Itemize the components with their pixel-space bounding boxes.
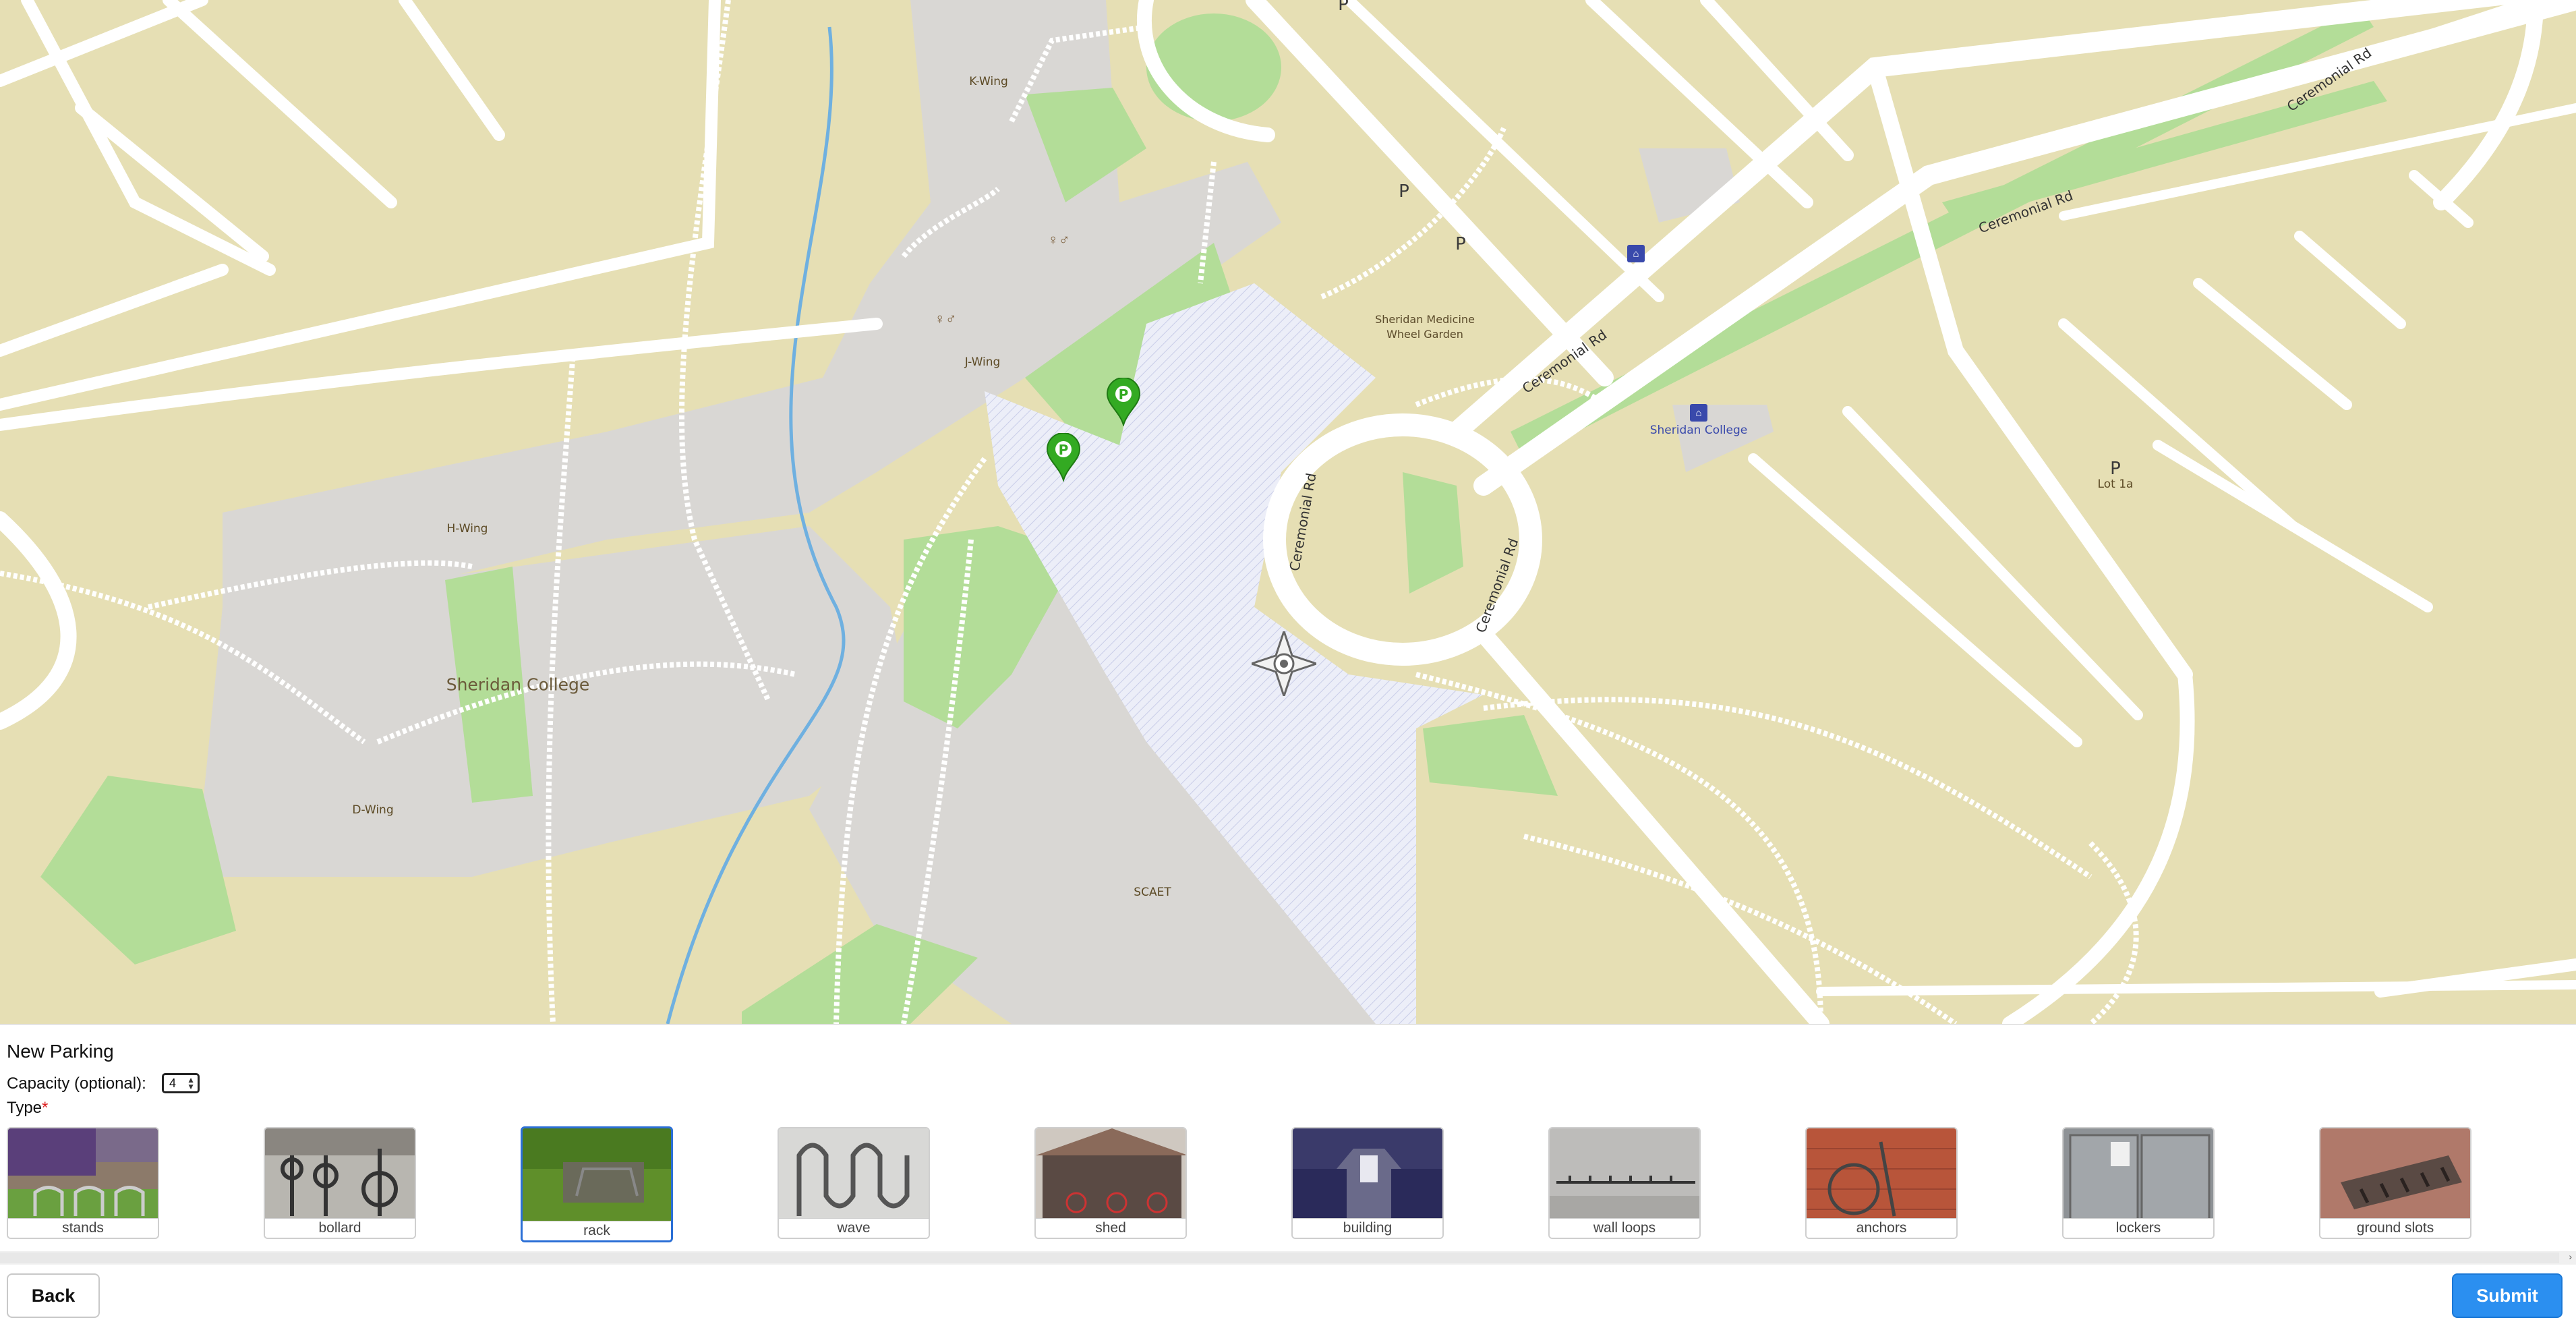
wave-image: [779, 1128, 929, 1221]
type-option-wall-loops[interactable]: wall loops: [1548, 1127, 1701, 1239]
type-option-bollard[interactable]: bollard: [264, 1127, 416, 1239]
type-option-label: stands: [8, 1218, 158, 1238]
rack-image: [523, 1128, 671, 1221]
type-option-label: bollard: [265, 1218, 415, 1238]
type-option-label: wall loops: [1550, 1218, 1699, 1238]
map-label-d-wing: D-Wing: [352, 803, 394, 817]
required-mark: *: [42, 1099, 49, 1117]
map-parking-symbol: P: [1455, 234, 1466, 254]
new-parking-panel: New Parking Capacity (optional): 4 ▲ ▼ Ty…: [0, 1024, 2576, 1324]
type-option-label: anchors: [1807, 1218, 1956, 1238]
ground-slots-image: [2320, 1128, 2470, 1221]
parking-marker-icon[interactable]: P: [1046, 433, 1081, 482]
spinner-icon[interactable]: ▲ ▼: [187, 1076, 195, 1091]
map-label-campus: Sheridan College: [446, 674, 590, 695]
toilets-icon: ♀♂: [1047, 231, 1070, 248]
map-label-scaet: SCAET: [1134, 886, 1171, 899]
type-option-label: building: [1293, 1218, 1442, 1238]
type-picker: stands bollard rack wave shed building w…: [7, 1126, 2569, 1251]
type-option-wave[interactable]: wave: [778, 1127, 930, 1239]
type-option-shed[interactable]: shed: [1034, 1127, 1187, 1239]
marker-label: P: [1119, 386, 1129, 403]
map-parking-symbol: P: [2110, 459, 2121, 479]
map-label-k-wing: K-Wing: [969, 75, 1008, 88]
type-option-ground-slots[interactable]: ground slots: [2319, 1127, 2471, 1239]
type-option-lockers[interactable]: lockers: [2062, 1127, 2215, 1239]
lockers-image: [2063, 1128, 2213, 1221]
capacity-input[interactable]: 4 ▲ ▼: [162, 1073, 200, 1093]
type-option-label: ground slots: [2320, 1218, 2470, 1238]
scroll-right-icon[interactable]: ›: [2569, 1251, 2572, 1262]
capacity-value: 4: [169, 1076, 177, 1090]
parking-marker-icon[interactable]: P: [1106, 378, 1141, 426]
map-parking-symbol: P: [1338, 0, 1349, 15]
type-option-label: lockers: [2063, 1218, 2213, 1238]
map-view[interactable]: K-Wing J-Wing H-Wing D-Wing SCAET Sherid…: [0, 0, 2576, 1024]
type-option-building[interactable]: building: [1291, 1127, 1444, 1239]
stands-image: [8, 1128, 158, 1221]
map-label-j-wing: J-Wing: [964, 355, 1001, 369]
crosshair-icon: [1252, 631, 1316, 696]
bus-stop-icon: ⌂: [1627, 245, 1645, 262]
map-label-lot: Lot 1a: [2097, 478, 2134, 491]
bus-stop-icon: ⌂: [1690, 404, 1707, 422]
back-button[interactable]: Back: [7, 1273, 100, 1318]
wall-loops-image: [1550, 1128, 1699, 1221]
type-picker-scrollbar[interactable]: ›: [0, 1251, 2576, 1265]
type-label-text: Type: [7, 1099, 42, 1117]
type-option-anchors[interactable]: anchors: [1805, 1127, 1958, 1239]
type-option-label: wave: [779, 1218, 929, 1238]
bollard-image: [265, 1128, 415, 1221]
scrollbar-thumb[interactable]: [0, 1253, 2559, 1263]
type-label: Type*: [7, 1099, 48, 1118]
type-option-label: shed: [1036, 1218, 1185, 1238]
map-label-bus-stop: Sheridan College: [1649, 424, 1748, 437]
marker-label: P: [1059, 442, 1069, 458]
building-image: [1293, 1128, 1442, 1221]
type-option-rack[interactable]: rack: [521, 1126, 673, 1242]
panel-title: New Parking: [7, 1041, 114, 1062]
type-option-stands[interactable]: stands: [7, 1127, 159, 1239]
anchors-image: [1807, 1128, 1956, 1221]
map-label-h-wing: H-Wing: [446, 522, 488, 536]
map-base-layer: [0, 0, 2576, 1024]
map-parking-symbol: P: [1399, 181, 1409, 202]
map-label-garden: Sheridan Medicine Wheel Garden: [1375, 313, 1475, 341]
submit-button[interactable]: Submit: [2452, 1273, 2563, 1318]
toilets-icon: ♀♂: [934, 310, 957, 327]
shed-image: [1036, 1128, 1185, 1221]
capacity-label: Capacity (optional):: [7, 1074, 146, 1093]
type-option-label: rack: [523, 1221, 671, 1240]
